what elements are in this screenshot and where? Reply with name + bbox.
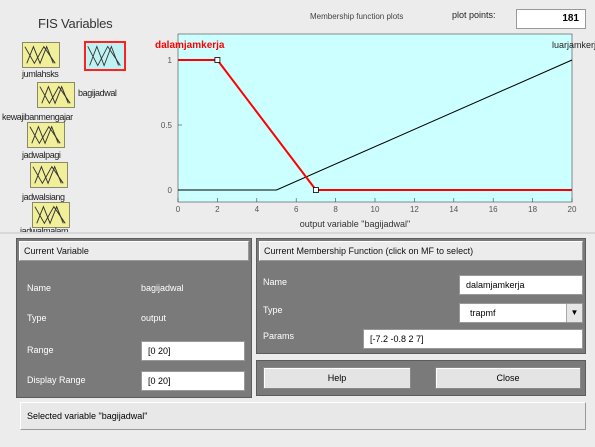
y-tick-label: 0	[168, 186, 173, 195]
y-tick-label: 0.5	[161, 121, 173, 130]
mf-name-input[interactable]: dalamjamkerja	[459, 275, 583, 295]
x-tick-label: 18	[528, 205, 537, 214]
x-tick-label: 20	[568, 205, 577, 214]
mf-label-dalamjamkerja[interactable]: dalamjamkerja	[155, 40, 225, 51]
display-range-input[interactable]: [0 20]	[141, 371, 245, 391]
fis-editor-window: FIS Variables jumlahsks bagijadwal kewaj…	[0, 0, 595, 447]
mf-params-input[interactable]: [-7.2 -0.8 2 7]	[363, 329, 583, 349]
y-tick-label: 1	[168, 56, 173, 65]
display-range-label: Display Range	[27, 375, 86, 385]
x-tick-label: 0	[176, 205, 181, 214]
mf-handle[interactable]	[214, 57, 221, 63]
x-tick-label: 12	[410, 205, 419, 214]
mf-name-label: Name	[263, 277, 288, 287]
status-bar: Selected variable "bagijadwal"	[20, 402, 586, 430]
current-mf-header: Current Membership Function (click on MF…	[259, 241, 583, 261]
x-tick-label: 8	[333, 205, 338, 214]
variable-type-label: Type	[27, 313, 47, 323]
variable-type-value: output	[141, 313, 167, 323]
current-variable-heading: Current Variable	[24, 246, 89, 256]
range-input[interactable]: [0 20]	[141, 341, 245, 361]
x-tick-label: 10	[371, 205, 380, 214]
x-tick-label: 14	[449, 205, 458, 214]
mf-params-label: Params	[263, 331, 295, 341]
x-tick-label: 2	[215, 205, 220, 214]
membership-function-plot[interactable]: 0 2 4 6 8 10 12 14 16 18 20 0 0.5 1 dalamjamkerja lua…	[0, 0, 595, 232]
dropdown-arrow-icon[interactable]: ▼	[566, 304, 582, 322]
variable-name-value: bagijadwal	[141, 283, 184, 293]
plot-area	[177, 33, 573, 203]
current-variable-panel: Current Variable Name bagijadwal Type ou…	[16, 238, 252, 398]
mf-type-select[interactable]: trapmf ▼	[459, 303, 583, 323]
x-tick-label: 6	[294, 205, 299, 214]
section-divider	[0, 232, 595, 234]
buttons-panel: Help Close	[256, 360, 586, 396]
range-label: Range	[27, 345, 54, 355]
mf-type-label: Type	[263, 305, 283, 315]
close-button[interactable]: Close	[435, 367, 581, 389]
mf-handle[interactable]	[312, 187, 319, 193]
current-variable-header: Current Variable	[19, 241, 249, 261]
x-tick-label: 4	[255, 205, 260, 214]
variable-name-label: Name	[27, 283, 52, 293]
mf-type-value: trapmf	[470, 308, 496, 318]
mf-label-luarjamkerja[interactable]: luarjamkerja	[552, 40, 595, 50]
current-mf-heading: Current Membership Function (click on MF…	[264, 246, 474, 256]
x-axis-label: output variable "bagijadwal"	[300, 219, 410, 229]
x-tick-label: 16	[489, 205, 498, 214]
help-button[interactable]: Help	[263, 367, 411, 389]
current-mf-panel: Current Membership Function (click on MF…	[256, 238, 586, 354]
